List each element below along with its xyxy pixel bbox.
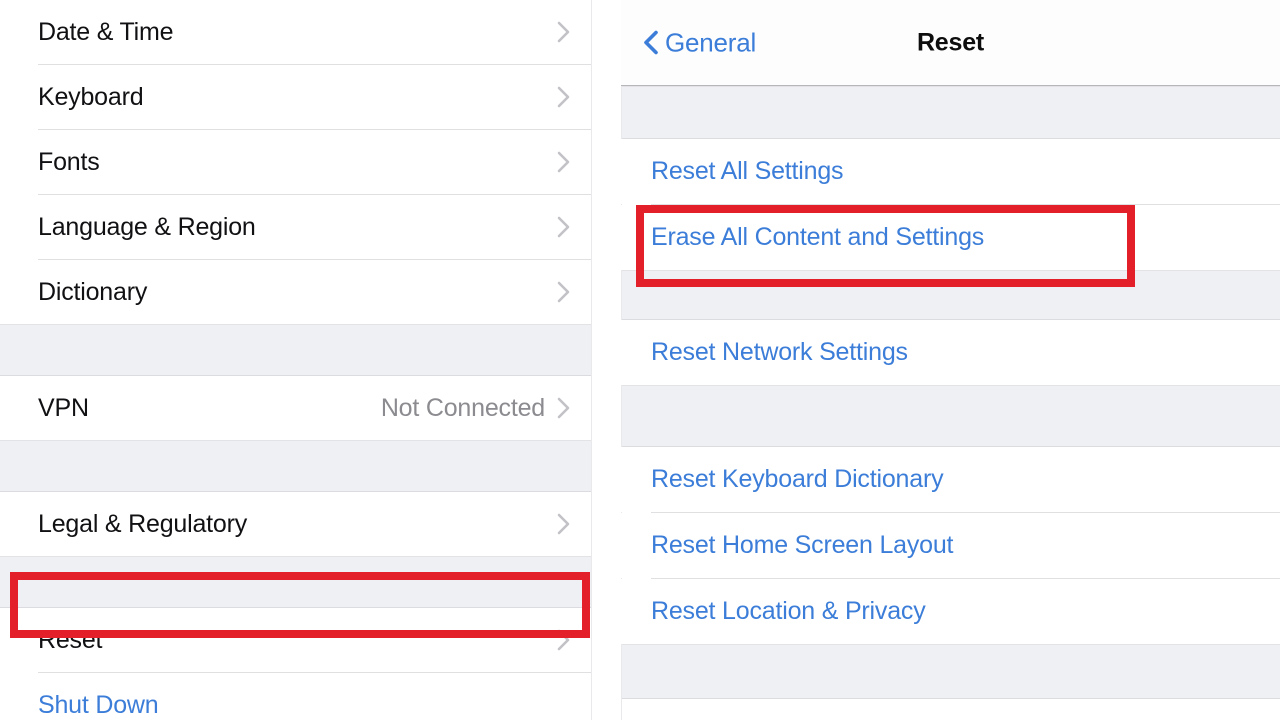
chevron-right-icon	[557, 151, 570, 173]
general-settings-list: Date & Time Keyboard Fonts Language & Regio…	[0, 0, 592, 720]
list-item-erase-all-content-and-settings[interactable]: Erase All Content and Settings	[621, 205, 1280, 270]
list-item-reset-location-and-privacy[interactable]: Reset Location & Privacy	[621, 579, 1280, 644]
list-item-label: Erase All Content and Settings	[651, 223, 985, 251]
list-section: Reset Shut Down	[0, 608, 592, 720]
reset-options-list: Reset All Settings Erase All Content and …	[621, 86, 1280, 699]
list-item-label: Reset Location & Privacy	[651, 597, 926, 625]
chevron-right-icon	[557, 513, 570, 535]
panel-right-edge	[591, 0, 592, 720]
list-item-dictionary[interactable]: Dictionary	[0, 260, 592, 324]
general-settings-panel: Date & Time Keyboard Fonts Language & Regio…	[0, 0, 592, 720]
section-gap	[0, 556, 592, 608]
list-section: VPN Not Connected	[0, 376, 592, 440]
list-item-reset-network-settings[interactable]: Reset Network Settings	[621, 320, 1280, 385]
chevron-right-icon	[557, 21, 570, 43]
list-item-label: Reset Home Screen Layout	[651, 531, 954, 559]
list-item-shut-down[interactable]: Shut Down	[0, 673, 592, 720]
section-gap	[621, 270, 1280, 320]
list-item-label: Keyboard	[38, 82, 144, 111]
section-gap	[0, 324, 592, 376]
list-item-date-and-time[interactable]: Date & Time	[0, 0, 592, 64]
section-gap	[621, 644, 1280, 699]
list-item-label: Legal & Regulatory	[38, 509, 248, 538]
chevron-right-icon	[557, 281, 570, 303]
chevron-right-icon	[557, 216, 570, 238]
chevron-right-icon	[557, 86, 570, 108]
list-item-label: Fonts	[38, 147, 100, 176]
list-section: Reset All Settings Erase All Content and …	[621, 139, 1280, 270]
list-item-reset-keyboard-dictionary[interactable]: Reset Keyboard Dictionary	[621, 447, 1280, 512]
list-item-reset-home-screen-layout[interactable]: Reset Home Screen Layout	[621, 513, 1280, 578]
list-section: Legal & Regulatory	[0, 492, 592, 556]
list-item-label: Language & Region	[38, 212, 256, 241]
screenshot-root: Date & Time Keyboard Fonts Language & Regio…	[0, 0, 1280, 720]
list-item-label: Reset Network Settings	[651, 338, 908, 366]
list-section: Reset Keyboard Dictionary Reset Home Scre…	[621, 447, 1280, 644]
list-item-legal-and-regulatory[interactable]: Legal & Regulatory	[0, 492, 592, 556]
section-gap	[0, 440, 592, 492]
list-item-label: Shut Down	[38, 690, 159, 719]
list-item-label: Date & Time	[38, 17, 174, 46]
list-item-label: Reset All Settings	[651, 157, 844, 185]
list-item-reset[interactable]: Reset	[0, 608, 592, 672]
list-item-label: VPN	[38, 393, 89, 422]
list-item-label: Reset	[38, 625, 103, 654]
chevron-right-icon	[557, 397, 570, 419]
list-item-fonts[interactable]: Fonts	[0, 130, 592, 194]
list-item-label: Reset Keyboard Dictionary	[651, 465, 944, 493]
list-item-label: Dictionary	[38, 277, 148, 306]
reset-nav-header: General Reset	[621, 0, 1280, 86]
page-title: Reset	[916, 28, 985, 56]
list-item-value: Not Connected	[380, 393, 545, 422]
list-section: Reset Network Settings	[621, 320, 1280, 385]
list-item-reset-all-settings[interactable]: Reset All Settings	[621, 139, 1280, 204]
list-item-vpn[interactable]: VPN Not Connected	[0, 376, 592, 440]
list-item-keyboard[interactable]: Keyboard	[0, 65, 592, 129]
section-gap	[621, 385, 1280, 447]
list-item-language-and-region[interactable]: Language & Region	[0, 195, 592, 259]
section-gap	[621, 86, 1280, 139]
list-section: Date & Time Keyboard Fonts Language & Regio…	[0, 0, 592, 324]
chevron-right-icon	[557, 629, 570, 651]
reset-panel: General Reset Reset All Settings Erase Al…	[621, 0, 1280, 720]
